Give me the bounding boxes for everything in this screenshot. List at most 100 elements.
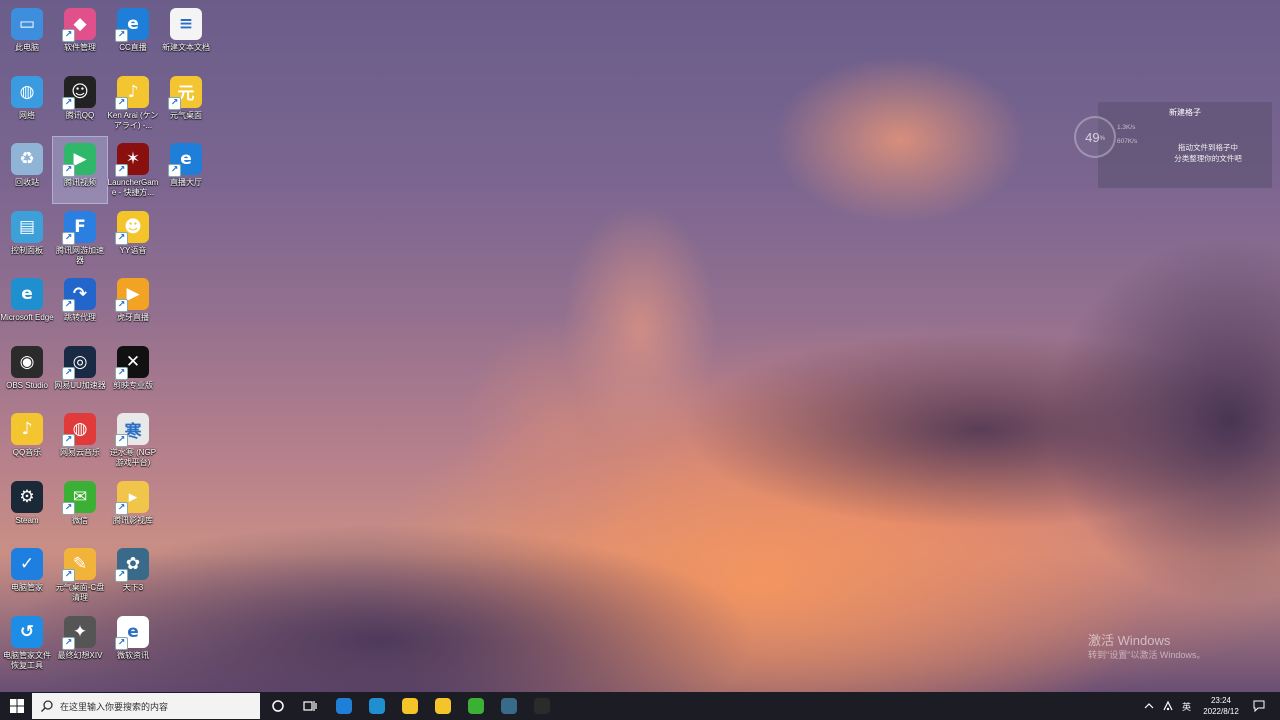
desktop-icon[interactable]: ♪ QQ音乐 xyxy=(0,407,54,473)
desktop-icon[interactable]: ☺ ↗ 腾讯QQ xyxy=(53,70,107,136)
desktop-icon[interactable]: ✓ 电脑管家 xyxy=(0,542,54,608)
network-tray-icon[interactable] xyxy=(1162,692,1178,720)
edge-icon: e xyxy=(11,278,43,310)
desktop-icon[interactable]: ⚙ Steam xyxy=(0,475,54,541)
desktop-icon-label: 控制面板 xyxy=(11,245,43,255)
desktop-icon[interactable]: e ↗ 直播大厅 xyxy=(159,137,213,203)
desktop-icon[interactable]: ▸ ↗ 腾讯影视库 xyxy=(106,475,160,541)
tray-overflow-chevron-icon[interactable] xyxy=(1144,692,1158,720)
desktop-icon[interactable]: ▶ ↗ 腾讯视频 xyxy=(52,136,108,204)
shortcut-arrow-icon: ↗ xyxy=(62,501,75,515)
desktop-icon-label: 直播大厅 xyxy=(170,178,202,187)
desktop-icon[interactable]: e Microsoft Edge xyxy=(0,272,54,338)
taskbar-app-button[interactable] xyxy=(327,692,360,720)
desktop-icon[interactable]: ◉ OBS Studio xyxy=(0,340,54,406)
nishuihan-icon: 寒 ↗ xyxy=(115,413,149,447)
download-speed: 607K/s xyxy=(1117,138,1138,145)
desktop-icon[interactable]: 元 ↗ 元气桌面 xyxy=(159,70,213,136)
desktop-icon[interactable]: ◍ ↗ 网易云音乐 xyxy=(53,407,107,473)
upload-speed: 1.3K/s xyxy=(1117,124,1136,131)
desktop-icon[interactable]: F ↗ 腾讯网游加速器 xyxy=(53,205,107,271)
desktop-icon[interactable]: ↷ ↗ 跳转代理 xyxy=(53,272,107,338)
desktop-icon-label: 腾讯QQ xyxy=(65,110,95,120)
windows-logo-icon xyxy=(9,699,24,713)
taskbar-clock[interactable]: 23:24 2022/8/12 xyxy=(1196,695,1246,717)
huya-live-icon: ▶ ↗ xyxy=(115,278,149,312)
desktop-icon[interactable]: ✶ ↗ LauncherGame - 快捷方... xyxy=(106,137,160,203)
edge-icon xyxy=(368,698,385,714)
desktop[interactable]: ▭ 此电脑 ◍ 网络 ♻ 回收站 ▤ 控制面板 e Microsoft Edge ◉ OBS Stud… xyxy=(0,0,1280,692)
recycle-bin-icon: ♻ xyxy=(11,143,43,175)
cortana-button[interactable] xyxy=(261,692,294,720)
desktop-icon[interactable]: ✿ ↗ 天下3 xyxy=(106,542,160,608)
desktop-icon-label: 新建文本文档 xyxy=(162,43,210,52)
task-view-button[interactable] xyxy=(293,692,326,720)
shortcut-arrow-icon: ↗ xyxy=(115,164,128,177)
desktop-icon[interactable]: ✎ ↗ 元气桌面-C盘清理 xyxy=(53,542,107,608)
desktop-icon[interactable]: ◎ ↗ 网易UU加速器 xyxy=(53,340,107,406)
taskbar-search-box[interactable]: 在这里输入你要搜索的内容 xyxy=(32,693,260,719)
wechat-icon: ✉ ↗ xyxy=(62,480,96,515)
desktop-icon-label: OBS Studio xyxy=(6,380,48,390)
desktop-fence-widget[interactable]: 新建格子 拖动文件到格子中 分类整理你的文件吧 xyxy=(1098,102,1272,188)
computer-icon: ▭ xyxy=(11,8,43,40)
desktop-icon[interactable]: ✉ ↗ 微信 xyxy=(53,475,107,541)
live-hall-icon: e ↗ xyxy=(168,143,202,177)
shortcut-arrow-icon: ↗ xyxy=(62,96,75,110)
ime-indicator[interactable]: 英 xyxy=(1182,692,1196,720)
cc-live-icon: e ↗ xyxy=(115,8,149,42)
taskbar-app-button[interactable] xyxy=(360,692,393,720)
desktop-icon[interactable]: ▶ ↗ 虎牙直播 xyxy=(106,272,160,338)
network-icon: ◍ xyxy=(11,75,43,108)
taskbar-app-button[interactable] xyxy=(459,692,492,720)
shortcut-arrow-icon: ↗ xyxy=(115,96,128,110)
desktop-icon[interactable]: ☻ ↗ YY语音 xyxy=(106,205,160,271)
msn-news-icon: e ↗ xyxy=(115,615,149,650)
desktop-icon[interactable]: ✕ ↗ 剪映专业版 xyxy=(106,340,160,406)
wechat-icon xyxy=(467,698,484,714)
desktop-icon[interactable]: ♪ ↗ Ken Arai (ケン アライ) -... xyxy=(106,70,160,136)
desktop-icon[interactable]: ✦ ↗ 最终幻想XIV xyxy=(53,610,107,676)
desktop-icon[interactable]: e ↗ CC直播 xyxy=(106,2,160,68)
task-view-icon xyxy=(302,701,317,711)
notification-center-button[interactable] xyxy=(1250,692,1268,720)
search-placeholder: 在这里输入你要搜索的内容 xyxy=(60,701,169,712)
start-button[interactable] xyxy=(0,692,33,720)
fence-hint-line1: 拖动文件到格子中 xyxy=(1178,143,1238,152)
clock-time: 23:24 xyxy=(1210,696,1232,705)
memory-usage-gauge[interactable]: 49% xyxy=(1074,116,1116,158)
desktop-icon-label: 虎牙直播 xyxy=(117,313,149,322)
desktop-icon-label: Steam xyxy=(15,515,39,525)
obs-icon: ◉ xyxy=(11,345,43,378)
desktop-icon-label: 剪映专业版 xyxy=(113,380,153,390)
gauge-unit: % xyxy=(1099,136,1105,142)
shortcut-arrow-icon: ↗ xyxy=(62,164,75,177)
shortcut-arrow-icon: ↗ xyxy=(168,96,181,110)
desktop-icon[interactable]: ▤ 控制面板 xyxy=(0,205,54,271)
desktop-icon[interactable]: ↺ 电脑管家文件恢复工具 xyxy=(0,610,54,676)
fence-title[interactable]: 新建格子 xyxy=(1098,107,1272,118)
desktop-icon[interactable]: ≡ 新建文本文档 xyxy=(159,2,213,68)
taskbar-app-button[interactable] xyxy=(393,692,426,720)
software-manager-icon: ◆ ↗ xyxy=(62,8,96,42)
steam-icon: ⚙ xyxy=(11,480,43,513)
desktop-icon[interactable]: 寒 ↗ 逆水寒 (NGP游戏平台) xyxy=(106,407,160,473)
desktop-icon-label: 跳转代理 xyxy=(64,313,96,322)
shortcut-arrow-icon: ↗ xyxy=(115,434,128,447)
desktop-icon[interactable]: ◍ 网络 xyxy=(0,70,54,136)
taskbar-app-button[interactable] xyxy=(525,692,558,720)
desktop-icon-label: 逆水寒 (NGP游戏平台) xyxy=(109,448,157,467)
yy-voice-icon xyxy=(434,698,451,714)
shortcut-arrow-icon: ↗ xyxy=(62,29,75,42)
taskbar-app-button[interactable] xyxy=(492,692,525,720)
desktop-icon[interactable]: ♻ 回收站 xyxy=(0,137,54,203)
text-document-icon: ≡ xyxy=(170,8,202,40)
desktop-icon[interactable]: ▭ 此电脑 xyxy=(0,2,54,68)
netease-music-icon: ◍ ↗ xyxy=(62,413,96,447)
tianxia3-icon: ✿ ↗ xyxy=(115,548,149,582)
desktop-icon[interactable]: e ↗ 微软资讯 xyxy=(106,610,160,676)
desktop-icon-label: 电脑管家文件恢复工具 xyxy=(3,650,51,670)
taskbar-app-button[interactable] xyxy=(426,692,459,720)
desktop-icon[interactable]: ◆ ↗ 软件管理 xyxy=(53,2,107,68)
yy-voice-icon: ☻ ↗ xyxy=(115,210,149,245)
